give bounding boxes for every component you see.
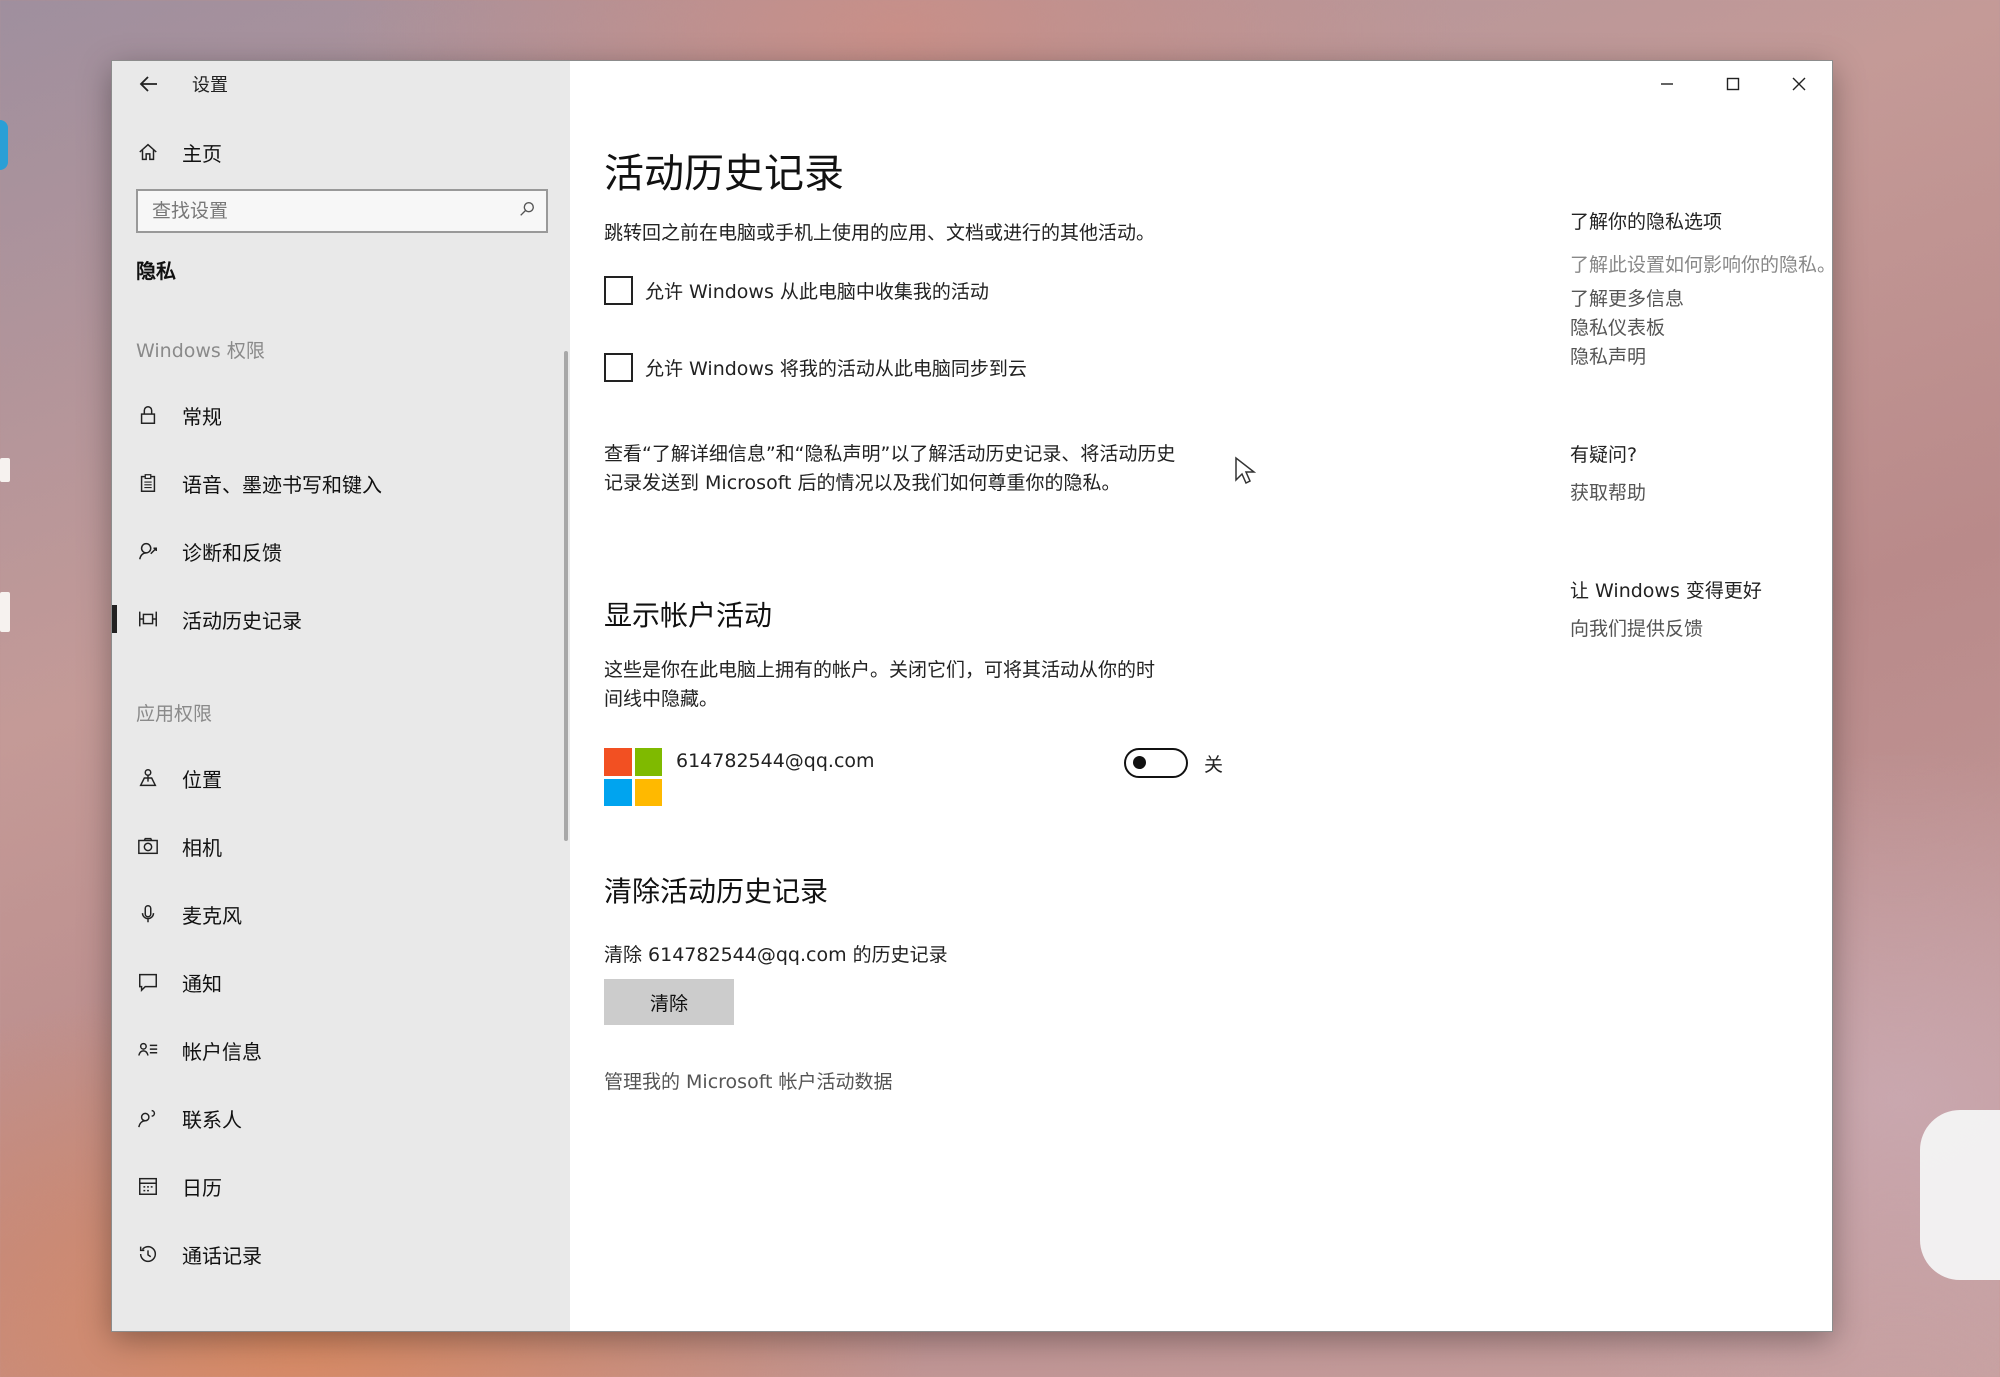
- sidebar-item-label: 常规: [182, 404, 222, 429]
- sidebar-item-diagnostics[interactable]: 诊断和反馈: [112, 517, 570, 585]
- maximize-icon[interactable]: [1700, 61, 1766, 107]
- clear-history-description: 清除 614782544@qq.com 的历史记录: [604, 944, 948, 966]
- manage-activity-link[interactable]: 管理我的 Microsoft 帐户活动数据: [604, 1067, 1264, 1094]
- sync-activity-checkbox[interactable]: [604, 353, 633, 382]
- account-email: 614782544@qq.com: [676, 750, 875, 772]
- mouse-cursor-icon: [1235, 456, 1256, 485]
- calendar-icon: [136, 1174, 160, 1198]
- sidebar-item-home[interactable]: 主页: [112, 127, 570, 177]
- sidebar-item-notifications[interactable]: 通知: [112, 948, 570, 1016]
- toggle-switch[interactable]: [1124, 748, 1188, 778]
- privacy-note: 查看“了解详细信息”和“隐私声明”以了解活动历史记录、将活动历史 记录发送到 M…: [604, 440, 1264, 498]
- sidebar-item-contacts[interactable]: 联系人: [112, 1084, 570, 1152]
- learn-privacy-title: 了解你的隐私选项: [1570, 211, 1723, 233]
- sidebar-item-account-info[interactable]: 帐户信息: [112, 1016, 570, 1084]
- sidebar-item-call-history[interactable]: 通话记录: [112, 1220, 570, 1288]
- lock-icon: [136, 403, 160, 427]
- sidebar-item-calendar[interactable]: 日历: [112, 1152, 570, 1220]
- timeline-icon: [136, 607, 160, 631]
- desktop-icon[interactable]: [0, 120, 8, 170]
- microphone-icon: [136, 902, 160, 926]
- privacy-statement-link[interactable]: 隐私声明: [1570, 343, 1890, 372]
- sidebar-item-camera[interactable]: 相机: [112, 812, 570, 880]
- clipboard-icon: [136, 471, 160, 495]
- sidebar-item-label: 语音、墨迹书写和键入: [182, 472, 382, 497]
- group-title-apps: 应用权限: [136, 703, 213, 725]
- sidebar-item-location[interactable]: 位置: [112, 744, 570, 812]
- title-bar: 设置: [112, 61, 570, 107]
- toggle-state-label: 关: [1204, 753, 1224, 776]
- improve-windows-title: 让 Windows 变得更好: [1570, 580, 1762, 602]
- sidebar-item-label: 联系人: [182, 1107, 242, 1132]
- sidebar-item-label: 活动历史记录: [182, 608, 302, 633]
- show-accounts-heading: 显示帐户活动: [604, 599, 773, 632]
- page-description: 跳转回之前在电脑或手机上使用的应用、文档或进行的其他活动。: [604, 222, 1156, 244]
- group-title-windows: Windows 权限: [136, 340, 265, 362]
- toggle-knob: [1133, 756, 1146, 769]
- close-icon[interactable]: [1766, 61, 1832, 107]
- search-icon[interactable]: [518, 200, 536, 222]
- get-help-link[interactable]: 获取帮助: [1570, 479, 1890, 508]
- main-column: 活动历史记录 跳转回之前在电脑或手机上使用的应用、文档或进行的其他活动。 允许 …: [604, 141, 1264, 1094]
- sidebar-item-label: 麦克风: [182, 903, 242, 928]
- microsoft-logo-icon: [604, 748, 662, 806]
- windows-permissions-list: 常规 语音、墨迹书写和键入 诊断和反馈 活动历史记录: [112, 381, 570, 653]
- history-icon: [136, 1242, 160, 1266]
- collect-activity-checkbox[interactable]: [604, 276, 633, 305]
- learn-more-link[interactable]: 了解更多信息: [1570, 285, 1890, 314]
- app-permissions-list: 位置 相机 麦克风 通知 帐户信息 联系人 日历 通话记录: [112, 744, 570, 1288]
- minimize-icon[interactable]: [1634, 61, 1700, 107]
- current-section-heading: 隐私: [136, 259, 176, 283]
- privacy-note-line: 查看“了解详细信息”和“隐私声明”以了解活动历史记录、将活动历史: [604, 443, 1176, 465]
- contacts-icon: [136, 1106, 160, 1130]
- page-title: 活动历史记录: [604, 151, 844, 197]
- sidebar-item-label: 主页: [182, 141, 222, 166]
- desktop-icon[interactable]: [0, 592, 10, 632]
- sidebar-item-speech[interactable]: 语音、墨迹书写和键入: [112, 449, 570, 517]
- window-controls: [1634, 61, 1832, 107]
- back-arrow-icon[interactable]: [134, 69, 164, 99]
- checkbox-row-collect[interactable]: 允许 Windows 从此电脑中收集我的活动: [604, 276, 1264, 305]
- location-icon: [136, 766, 160, 790]
- description-line: 间线中隐藏。: [604, 688, 719, 710]
- checkbox-label: 允许 Windows 从此电脑中收集我的活动: [645, 281, 989, 303]
- sidebar-item-activity-history[interactable]: 活动历史记录: [112, 585, 570, 653]
- account-activity-toggle[interactable]: 关: [1124, 748, 1223, 778]
- search-box[interactable]: [136, 189, 548, 233]
- description-line: 这些是你在此电脑上拥有的帐户。关闭它们，可将其活动从你的时: [604, 659, 1156, 681]
- privacy-dashboard-link[interactable]: 隐私仪表板: [1570, 314, 1890, 343]
- sidebar-item-label: 位置: [182, 767, 222, 792]
- sidebar-item-label: 相机: [182, 835, 222, 860]
- sidebar-item-microphone[interactable]: 麦克风: [112, 880, 570, 948]
- camera-icon: [136, 834, 160, 858]
- sidebar-item-label: 帐户信息: [182, 1039, 262, 1064]
- window-title: 设置: [192, 75, 228, 96]
- sidebar-item-label: 诊断和反馈: [182, 540, 282, 565]
- learn-privacy-subtitle: 了解此设置如何影响你的隐私。: [1570, 254, 1837, 276]
- sidebar: 设置 主页 隐私 Windows 权限 常规: [112, 61, 570, 1331]
- notification-icon: [136, 970, 160, 994]
- desktop-icon[interactable]: [0, 458, 10, 482]
- related-links-column: 了解你的隐私选项 了解此设置如何影响你的隐私。 了解更多信息 隐私仪表板 隐私声…: [1570, 207, 1890, 644]
- account-row: 614782544@qq.com 关: [604, 748, 1264, 808]
- sidebar-item-label: 日历: [182, 1175, 222, 1200]
- feedback-icon: [136, 539, 160, 563]
- show-accounts-description: 这些是你在此电脑上拥有的帐户。关闭它们，可将其活动从你的时 间线中隐藏。: [604, 656, 1264, 714]
- home-icon: [136, 140, 160, 164]
- question-title: 有疑问?: [1570, 444, 1638, 466]
- clear-history-heading: 清除活动历史记录: [604, 875, 829, 908]
- settings-window: 设置 主页 隐私 Windows 权限 常规: [112, 61, 1836, 1331]
- sidebar-item-general[interactable]: 常规: [112, 381, 570, 449]
- sidebar-item-label: 通知: [182, 971, 222, 996]
- bilibili-watermark: [1920, 1110, 2000, 1280]
- content-pane: 活动历史记录 跳转回之前在电脑或手机上使用的应用、文档或进行的其他活动。 允许 …: [570, 61, 1836, 1331]
- clear-button[interactable]: 清除: [604, 979, 734, 1025]
- checkbox-row-sync[interactable]: 允许 Windows 将我的活动从此电脑同步到云: [604, 353, 1264, 382]
- give-feedback-link[interactable]: 向我们提供反馈: [1570, 615, 1890, 644]
- sidebar-item-label: 通话记录: [182, 1243, 262, 1268]
- account-info-icon: [136, 1038, 160, 1062]
- privacy-note-line: 记录发送到 Microsoft 后的情况以及我们如何尊重你的隐私。: [604, 472, 1121, 494]
- checkbox-label: 允许 Windows 将我的活动从此电脑同步到云: [645, 358, 1027, 380]
- search-input[interactable]: [152, 200, 518, 222]
